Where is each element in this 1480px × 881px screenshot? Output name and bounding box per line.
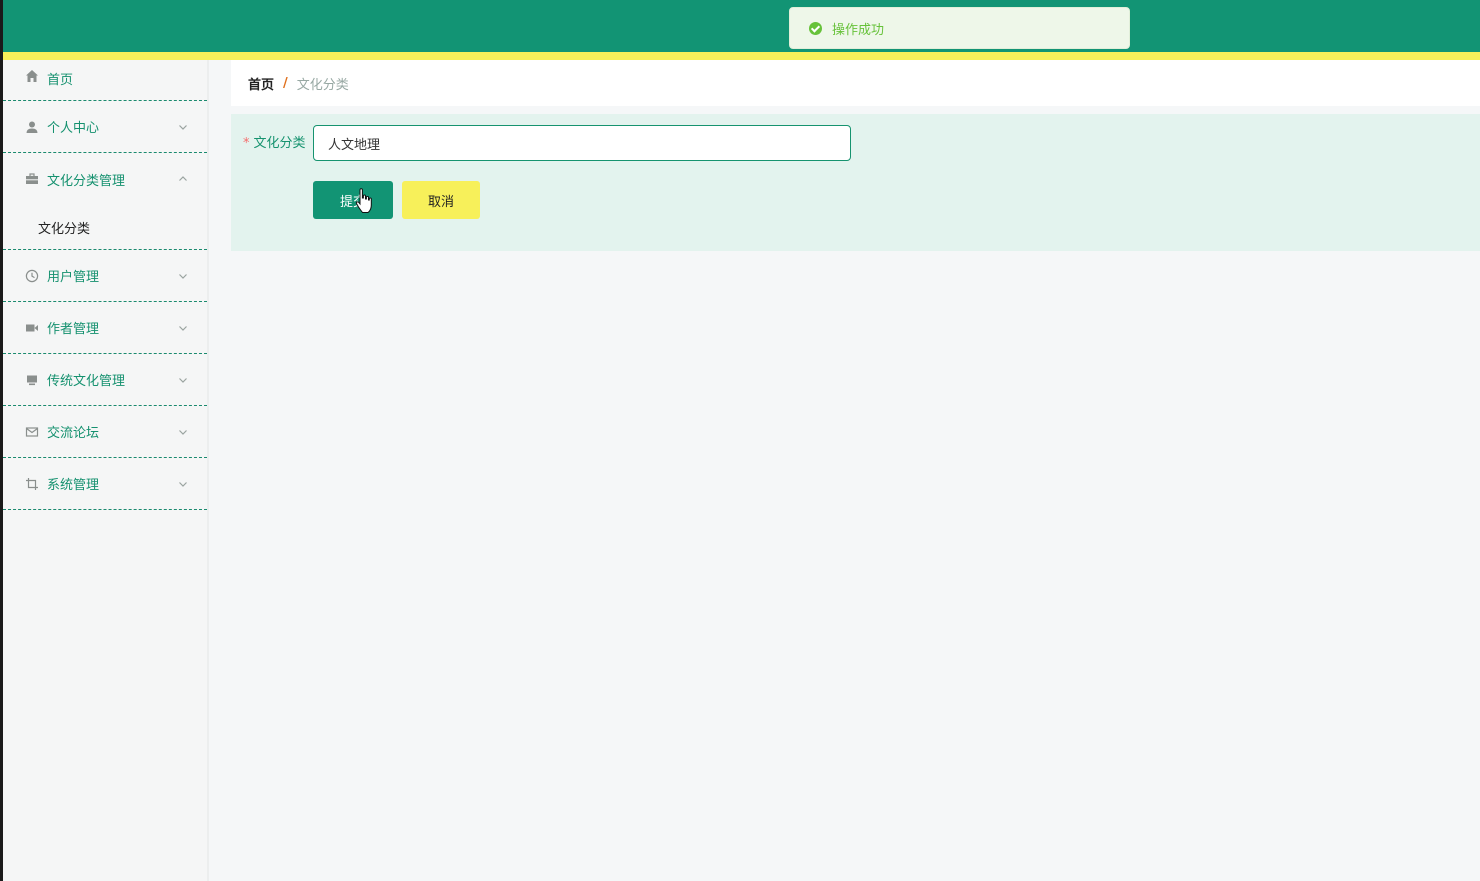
- monitor-icon: [25, 373, 39, 387]
- chevron-down-icon: [177, 374, 189, 386]
- user-icon: [25, 120, 39, 134]
- sidebar-item-label: 传统文化管理: [47, 374, 126, 389]
- sidebar: 首页 个人中心 文化分类管理 文化分类 用户管理 作者管理 传统文化管理 交流论…: [3, 60, 207, 881]
- sidebar-item-label: 个人中心: [47, 121, 100, 136]
- required-mark: *: [243, 136, 250, 151]
- top-header: [3, 0, 1480, 52]
- breadcrumb-home[interactable]: 首页: [248, 74, 274, 93]
- sidebar-item-user-mgmt[interactable]: 用户管理: [3, 250, 207, 302]
- video-camera-icon: [25, 321, 39, 335]
- sidebar-item-label: 用户管理: [47, 270, 100, 285]
- category-label-text: 文化分类: [253, 136, 306, 151]
- sidebar-item-label: 作者管理: [47, 322, 100, 337]
- chevron-down-icon: [177, 270, 189, 282]
- category-input[interactable]: [313, 125, 851, 161]
- sidebar-item-culture-category-mgmt[interactable]: 文化分类管理: [3, 153, 207, 205]
- chevron-down-icon: [177, 121, 189, 133]
- breadcrumb-current: 文化分类: [296, 77, 349, 93]
- chevron-down-icon: [177, 322, 189, 334]
- chevron-up-icon: [177, 173, 189, 185]
- sidebar-item-forum[interactable]: 交流论坛: [3, 406, 207, 458]
- chevron-down-icon: [177, 478, 189, 490]
- sidebar-item-system-mgmt[interactable]: 系统管理: [3, 458, 207, 510]
- crop-icon: [25, 477, 39, 491]
- sidebar-item-label: 交流论坛: [47, 426, 100, 441]
- sidebar-divider: [207, 60, 209, 881]
- category-form: *文化分类 提交 取消: [231, 114, 1480, 251]
- category-field-label: * 文化分类: [243, 134, 306, 154]
- sidebar-item-label: 系统管理: [47, 478, 100, 493]
- sidebar-item-author-mgmt[interactable]: 作者管理: [3, 302, 207, 354]
- sidebar-subitem-culture-category[interactable]: 文化分类: [3, 205, 207, 250]
- home-icon: [25, 69, 39, 83]
- sidebar-item-label: 首页: [47, 73, 74, 88]
- mail-icon: [25, 425, 39, 439]
- submit-button[interactable]: 提交: [313, 181, 393, 219]
- sidebar-item-traditional-culture-mgmt[interactable]: 传统文化管理: [3, 354, 207, 406]
- header-accent-stripe: [3, 52, 1480, 60]
- chevron-down-icon: [177, 426, 189, 438]
- success-toast: 操作成功: [789, 7, 1130, 49]
- breadcrumb: 首页 / 文化分类: [231, 60, 1480, 106]
- sidebar-item-profile[interactable]: 个人中心: [3, 101, 207, 153]
- toast-message: 操作成功: [832, 22, 885, 38]
- cancel-button[interactable]: 取消: [402, 181, 480, 219]
- check-circle-icon: [809, 21, 822, 35]
- sidebar-subitem-label: 文化分类: [38, 221, 91, 237]
- clock-icon: [25, 269, 39, 283]
- briefcase-icon: [25, 172, 39, 186]
- sidebar-item-label: 文化分类管理: [47, 173, 126, 189]
- sidebar-item-home[interactable]: 首页: [3, 60, 207, 101]
- breadcrumb-separator: /: [283, 75, 288, 91]
